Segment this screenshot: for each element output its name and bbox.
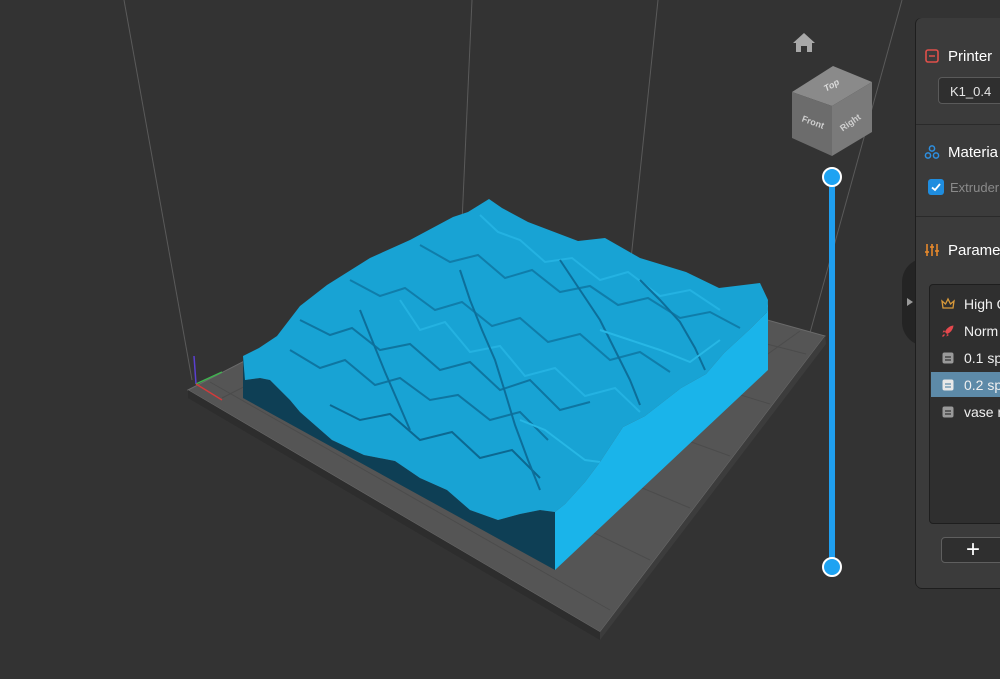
profile-item-0-1-speed[interactable]: 0.1 sp <box>931 345 1000 370</box>
slider-track[interactable] <box>829 176 835 566</box>
profile-label: High Q <box>964 295 1000 312</box>
checkmark-icon <box>931 183 941 192</box>
material-section-title: Materia <box>948 143 999 161</box>
profile-label: 0.2 sp <box>964 376 1000 393</box>
profile-item-normal[interactable]: Norm <box>931 318 1000 343</box>
document-icon <box>942 406 954 417</box>
extruder-label: Extruder <box>950 179 1000 195</box>
sliders-icon <box>925 244 939 256</box>
add-profile-button[interactable]: + <box>941 537 1000 563</box>
navigation-cube[interactable]: Top Front Right <box>788 62 878 162</box>
chevron-right-icon <box>907 298 913 306</box>
extruder-checkbox-row[interactable]: Extruder <box>928 178 999 196</box>
profile-label: vase m <box>964 403 1000 420</box>
printer-section-title: Printer <box>948 47 993 65</box>
section-divider <box>916 124 1000 125</box>
rocket-icon <box>942 325 954 337</box>
printer-icon <box>925 49 939 63</box>
printer-section-header[interactable]: Printer <box>916 44 992 68</box>
profile-label: 0.1 sp <box>964 349 1000 366</box>
layer-range-slider[interactable] <box>818 164 846 580</box>
profile-item-0-2-speed[interactable]: 0.2 sp <box>931 372 1000 397</box>
section-divider <box>916 216 1000 217</box>
document-icon <box>942 352 954 363</box>
profile-item-high-quality[interactable]: High Q <box>931 291 1000 316</box>
profile-label: Norm <box>964 322 999 339</box>
settings-panel: Printer K1_0.4 Materia Extruder Parame H… <box>916 18 1000 588</box>
material-icon <box>924 145 940 159</box>
printer-profile-select[interactable]: K1_0.4 <box>938 77 1000 104</box>
extruder-checkbox[interactable] <box>928 179 944 195</box>
document-icon <box>942 379 954 390</box>
material-section-header[interactable]: Materia <box>916 140 998 164</box>
slider-top-handle[interactable] <box>822 167 842 187</box>
crown-icon <box>941 297 955 309</box>
quality-profile-list: High Q Norm 0.1 sp 0.2 sp <box>929 284 1000 524</box>
slider-bottom-handle[interactable] <box>822 557 842 577</box>
plus-icon: + <box>965 536 980 563</box>
home-icon[interactable] <box>790 30 818 56</box>
profile-item-vase-mode[interactable]: vase m <box>931 399 1000 424</box>
parameters-section-header[interactable]: Parame <box>916 238 1000 262</box>
parameters-section-title: Parame <box>948 241 1000 259</box>
